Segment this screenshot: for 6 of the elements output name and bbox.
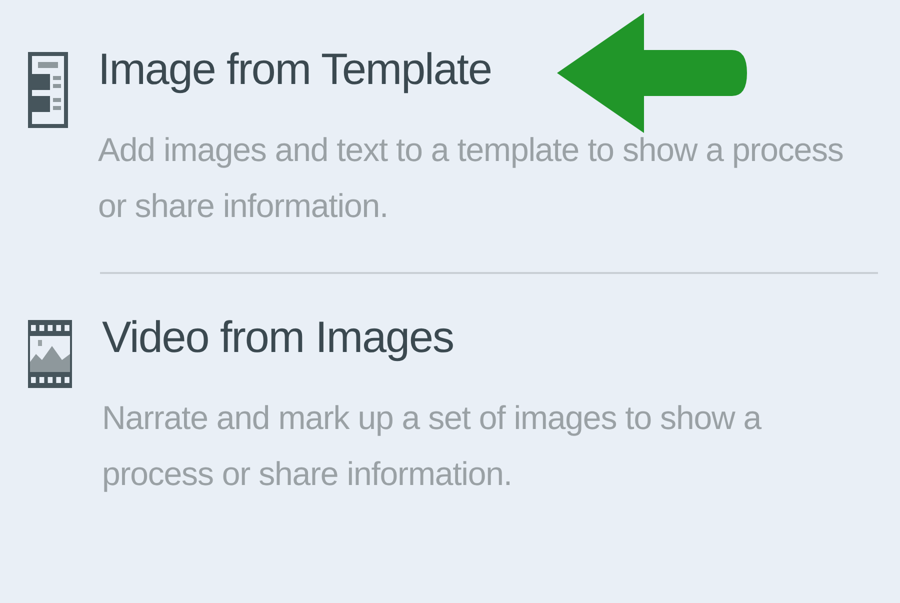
option-description: Narrate and mark up a set of images to show a process or share information. [102, 398, 763, 494]
option-title[interactable]: Video from Images [102, 308, 872, 368]
option-title[interactable]: Image from Template [98, 40, 868, 100]
film-icon [28, 320, 72, 388]
option-description: Add images and text to a template to show a process or share information. [98, 130, 844, 226]
template-icon [28, 52, 68, 128]
